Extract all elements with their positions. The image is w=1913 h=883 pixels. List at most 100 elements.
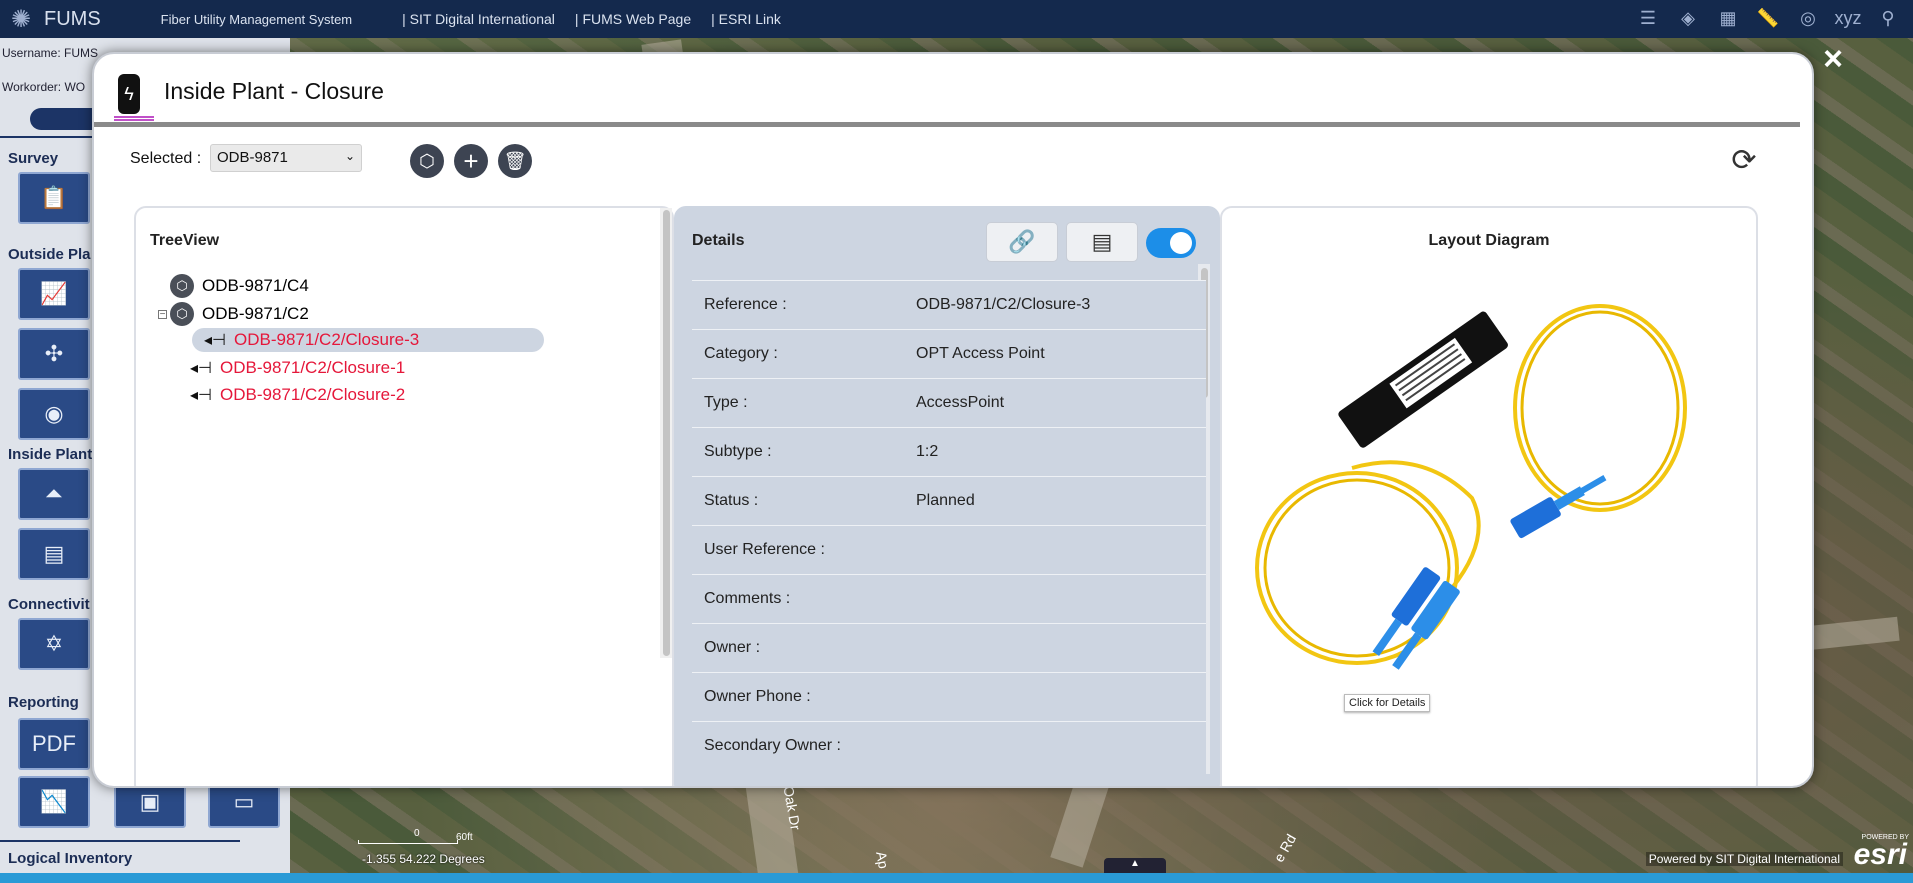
details-toggle[interactable] bbox=[1146, 228, 1196, 258]
esri-logo: esri bbox=[1853, 838, 1907, 871]
detail-value: Planned bbox=[916, 492, 975, 509]
coordinates-readout: -1.355 54.222 Degrees bbox=[362, 852, 485, 866]
street-label: Ap bbox=[873, 850, 892, 870]
section-inside-plant: Inside Plant bbox=[8, 446, 93, 463]
selected-value: ODB-9871 bbox=[217, 149, 288, 166]
list-icon[interactable]: ☰ bbox=[1635, 4, 1661, 32]
layers-icon[interactable]: ◈ bbox=[1675, 4, 1701, 32]
treeview-scrollbar[interactable] bbox=[660, 208, 672, 658]
detail-label: Subtype : bbox=[704, 443, 772, 460]
detail-label: Owner Phone : bbox=[704, 688, 811, 705]
details-title: Details bbox=[692, 232, 745, 249]
section-logical-inventory: Logical Inventory bbox=[8, 850, 133, 867]
dialog-header: ϟ Inside Plant - Closure bbox=[94, 54, 1812, 127]
detail-label: Comments : bbox=[704, 590, 791, 607]
section-outside-plant: Outside Pla bbox=[8, 246, 91, 263]
connectivity-network-button[interactable]: ✡ bbox=[18, 618, 90, 670]
chevron-down-icon: ⌄ bbox=[344, 149, 355, 163]
cube-icon: ⬡ bbox=[170, 274, 194, 298]
outside-plant-chart-button[interactable]: 📈 bbox=[18, 268, 90, 320]
grid-icon[interactable]: ▦ bbox=[1715, 4, 1741, 32]
esri-link[interactable]: | ESRI Link bbox=[701, 11, 791, 27]
link-button[interactable]: 🔗 bbox=[986, 222, 1058, 262]
bottom-strip bbox=[0, 873, 1913, 883]
inside-plant-doc-button[interactable]: ▤ bbox=[18, 528, 90, 580]
click-for-details-tooltip: Click for Details bbox=[1344, 694, 1431, 712]
closure-node-icon: ◂⊣ bbox=[190, 387, 212, 404]
reporting-pdf-button[interactable]: PDF bbox=[18, 718, 90, 770]
tree-node-label: ODB-9871/C2 bbox=[202, 304, 309, 323]
scale-zero: 0 bbox=[414, 828, 420, 839]
detail-row: Owner : bbox=[692, 623, 1206, 672]
app-name: FUMS bbox=[44, 7, 101, 30]
toggle-knob bbox=[1170, 232, 1192, 254]
detail-label: Status : bbox=[704, 492, 759, 509]
tree-node[interactable]: ⬡ ODB-9871/C2 bbox=[170, 302, 309, 326]
refresh-icon: ⟳ bbox=[1731, 143, 1757, 177]
detail-row: Category : OPT Access Point bbox=[692, 329, 1206, 378]
detail-row: Secondary Owner : bbox=[692, 721, 1206, 770]
dialog-title: Inside Plant - Closure bbox=[164, 78, 384, 104]
workorder-label: Workorder: WO bbox=[2, 80, 86, 94]
closure-icon: ϟ bbox=[118, 74, 140, 114]
treeview-title: TreeView bbox=[150, 232, 220, 249]
tree-node[interactable]: ⬡ ODB-9871/C4 bbox=[170, 274, 309, 298]
selected-label: Selected : bbox=[130, 150, 202, 167]
tree-node-label: ODB-9871/C2/Closure-1 bbox=[220, 358, 406, 377]
survey-clipboard-button[interactable]: 📋 bbox=[18, 172, 90, 224]
close-dialog-button[interactable]: × bbox=[1818, 42, 1848, 76]
tree-node-label: ODB-9871/C4 bbox=[202, 276, 309, 295]
xyz-icon[interactable]: xyz bbox=[1835, 4, 1862, 32]
details-list: Reference : ODB-9871/C2/Closure-3 Category… bbox=[692, 280, 1206, 786]
selected-dropdown[interactable]: ODB-9871 ⌄ bbox=[210, 144, 362, 172]
outside-plant-route-button[interactable]: ✣ bbox=[18, 328, 90, 380]
add-button[interactable]: + bbox=[454, 144, 488, 178]
sit-digital-link[interactable]: | SIT Digital International bbox=[392, 11, 565, 27]
refresh-button[interactable]: ⟳ bbox=[1726, 142, 1762, 178]
app-subtitle: Fiber Utility Management System bbox=[160, 11, 353, 27]
closure-icon-base bbox=[114, 116, 154, 121]
inside-plant-closure-dialog: ϟ Inside Plant - Closure Selected : ODB-… bbox=[92, 52, 1814, 788]
detail-row: User Reference : bbox=[692, 525, 1206, 574]
expand-handle[interactable]: ▲ bbox=[1104, 858, 1166, 874]
delete-button[interactable]: 🗑 bbox=[498, 144, 532, 178]
collapse-toggle[interactable]: − bbox=[158, 310, 167, 320]
inside-plant-upload-button[interactable]: ⏶ bbox=[18, 468, 90, 520]
section-connectivity: Connectivit bbox=[8, 596, 90, 613]
globe-icon[interactable]: ◎ bbox=[1795, 4, 1821, 32]
scrollbar-thumb[interactable] bbox=[663, 210, 670, 656]
detail-value: AccessPoint bbox=[916, 394, 1005, 411]
outside-plant-tape-button[interactable]: ◉ bbox=[18, 388, 90, 440]
detail-row: Reference : ODB-9871/C2/Closure-3 bbox=[692, 280, 1206, 329]
scale-label: 60ft bbox=[456, 832, 473, 843]
tree-node[interactable]: ◂⊣ ODB-9871/C2/Closure-2 bbox=[190, 385, 405, 405]
detail-label: Reference : bbox=[704, 296, 787, 313]
fums-web-page-link[interactable]: | FUMS Web Page bbox=[565, 11, 701, 27]
list-view-button[interactable]: ▤ bbox=[1066, 222, 1138, 262]
detail-row: Owner Phone : bbox=[692, 672, 1206, 721]
divider bbox=[0, 840, 240, 842]
tree-node-selected[interactable]: ◂⊣ ODB-9871/C2/Closure-3 bbox=[192, 328, 544, 352]
detail-label: Secondary Owner : bbox=[704, 737, 841, 754]
scale-bar: 0 60ft bbox=[358, 828, 478, 846]
fiber-splitter-image[interactable] bbox=[1242, 268, 1742, 688]
list-icon: ▤ bbox=[1091, 229, 1113, 254]
plus-icon: + bbox=[463, 145, 479, 176]
cube-button[interactable]: ⬡ bbox=[410, 144, 444, 178]
fums-logo-icon: ✺ bbox=[10, 5, 32, 33]
location-icon[interactable]: ⚲ bbox=[1875, 4, 1901, 32]
detail-value: ODB-9871/C2/Closure-3 bbox=[916, 296, 1091, 313]
tree-node-label: ODB-9871/C2/Closure-2 bbox=[220, 385, 406, 404]
closure-node-icon: ◂⊣ bbox=[204, 332, 226, 349]
detail-row: Status : Planned bbox=[692, 476, 1206, 525]
reporting-chart-button[interactable]: 📉 bbox=[18, 776, 90, 828]
section-survey: Survey bbox=[8, 150, 59, 167]
toolbar: ☰ ◈ ▦ 📏 ◎ xyz ⚲ bbox=[1635, 4, 1901, 32]
detail-label: Category : bbox=[704, 345, 778, 362]
closure-node-icon: ◂⊣ bbox=[190, 360, 212, 377]
section-reporting: Reporting bbox=[8, 694, 79, 711]
powered-by-label: Powered by SIT Digital International bbox=[1645, 852, 1843, 866]
measure-icon[interactable]: 📏 bbox=[1755, 4, 1781, 32]
layout-diagram-title: Layout Diagram bbox=[1428, 232, 1550, 249]
tree-node[interactable]: ◂⊣ ODB-9871/C2/Closure-1 bbox=[190, 358, 405, 378]
